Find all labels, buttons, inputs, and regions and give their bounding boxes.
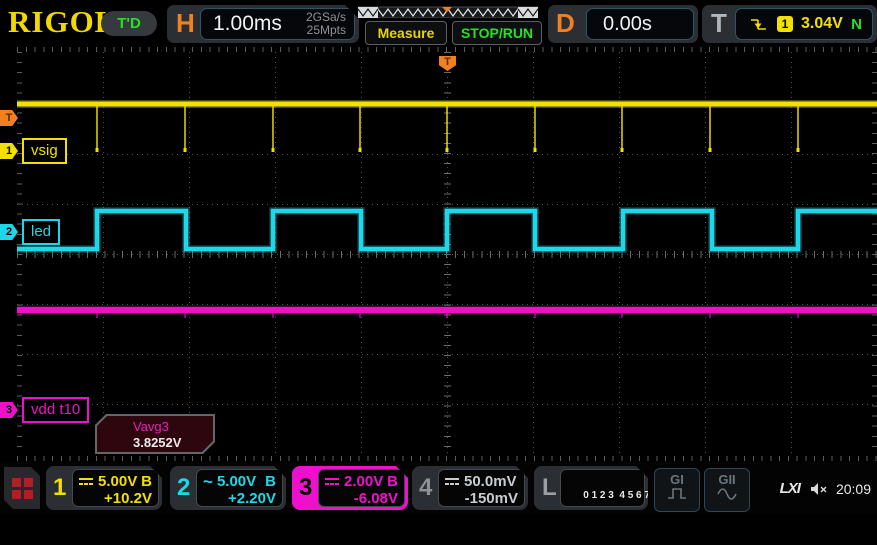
dc-coupling-icon — [445, 477, 459, 486]
sine-wave-icon — [717, 488, 737, 500]
logic-label: L — [542, 474, 557, 501]
trigger-level-value[interactable]: 3.04V — [801, 15, 843, 33]
measurement-name: Vavg3 — [133, 419, 169, 434]
generator1-button[interactable]: GI — [654, 468, 700, 512]
channel1-status-box[interactable]: 1 5.00V B +10.2V — [46, 466, 162, 510]
channel3-number: 3 — [299, 474, 313, 501]
ac-coupling-icon: ~ — [203, 471, 213, 491]
channel3-status-box[interactable]: 3 2.00V B -6.08V — [292, 466, 408, 510]
trigger-settings-box[interactable]: T 1 3.04V N — [702, 5, 877, 43]
channel4-status-box[interactable]: 4 50.0mV -150mV — [412, 466, 528, 510]
waveform-memory-bar[interactable] — [358, 6, 538, 18]
waveform-traces — [17, 100, 877, 318]
clock: 20:09 — [835, 480, 871, 497]
trigger-label: T — [711, 8, 727, 38]
footer-bar: 1 5.00V B +10.2V 2 ~ 5.00V B +2.20V 3 2.… — [0, 462, 877, 514]
channel1-scale: 5.00V — [98, 473, 138, 490]
channel3-scale: 2.00V — [344, 473, 384, 490]
generator1-label: GI — [670, 472, 684, 487]
dc-coupling-icon — [79, 477, 93, 486]
delay-value[interactable]: 0.00s — [587, 13, 652, 36]
bottom-graticule-ticks — [17, 456, 877, 461]
dc-coupling-icon — [325, 477, 339, 486]
delay-label: D — [556, 8, 575, 38]
square-wave-icon — [668, 488, 686, 499]
stop-run-button[interactable]: STOP/RUN — [452, 21, 542, 45]
trigger-mode-indicator: N — [851, 15, 862, 33]
speaker-muted-icon[interactable] — [810, 482, 828, 496]
channel4-scale: 50.0mV — [464, 473, 517, 490]
channel1-name-label[interactable]: vsig — [22, 138, 67, 164]
horizontal-settings-box[interactable]: H 1.00ms 2GSa/s 25Mpts — [167, 5, 359, 43]
delay-settings-box[interactable]: D 0.00s — [548, 5, 698, 43]
channel3-bandwidth-limit: B — [387, 473, 398, 490]
logic-row1: 0 1 2 3 4 5 6 7 — [583, 490, 650, 501]
logic-row2: 8 9 1011 12131415 — [583, 518, 669, 529]
waveform-display-area[interactable]: T T 1 vsig 2 led 3 vdd t10 Vavg3 3.8252V — [0, 52, 877, 461]
channel1-bandwidth-limit: B — [141, 473, 152, 490]
channel2-offset: +2.20V — [228, 490, 276, 507]
channel4-number: 4 — [419, 474, 433, 501]
lxi-indicator: LXI — [779, 480, 801, 497]
measure-button[interactable]: Measure — [365, 21, 447, 45]
timebase-value[interactable]: 1.00ms — [201, 12, 282, 36]
channel2-scale: 5.00V — [216, 473, 257, 490]
trigger-status-badge: T'D — [101, 11, 157, 36]
channel3-name-label[interactable]: vdd t10 — [22, 397, 90, 423]
trigger-slope-falling-icon — [751, 18, 766, 30]
sample-rate: 2GSa/s — [305, 10, 346, 24]
channel2-status-box[interactable]: 2 ~ 5.00V B +2.20V — [170, 466, 286, 510]
memory-depth: 25Mpts — [306, 23, 346, 37]
menu-grid-icon — [12, 478, 33, 499]
channel2-number: 2 — [177, 474, 191, 501]
channel2-name-label[interactable]: led — [22, 219, 61, 245]
channel1-offset: +10.2V — [104, 490, 152, 507]
channel4-offset: -150mV — [464, 490, 518, 507]
generator2-button[interactable]: GII — [704, 468, 750, 512]
channel2-bandwidth-limit: B — [265, 473, 276, 490]
channel3-offset: -6.08V — [353, 490, 398, 507]
logic-channels-box[interactable]: L 0 1 2 3 4 5 6 7 8 9 1011 12131415 — [534, 466, 648, 510]
trigger-source-channel-badge: 1 — [777, 16, 793, 32]
measurement-value: 3.8252V — [133, 435, 182, 450]
generator2-label: GII — [718, 472, 736, 487]
menu-button[interactable] — [4, 467, 40, 509]
measurement-popup[interactable]: Vavg3 3.8252V — [95, 414, 215, 454]
header-bar: RIGOL T'D H 1.00ms 2GSa/s 25Mpts Measure… — [0, 0, 877, 52]
horizontal-label: H — [176, 8, 195, 38]
channel1-number: 1 — [53, 474, 67, 501]
oscilloscope-screen: RIGOL T'D H 1.00ms 2GSa/s 25Mpts Measure… — [0, 0, 877, 514]
